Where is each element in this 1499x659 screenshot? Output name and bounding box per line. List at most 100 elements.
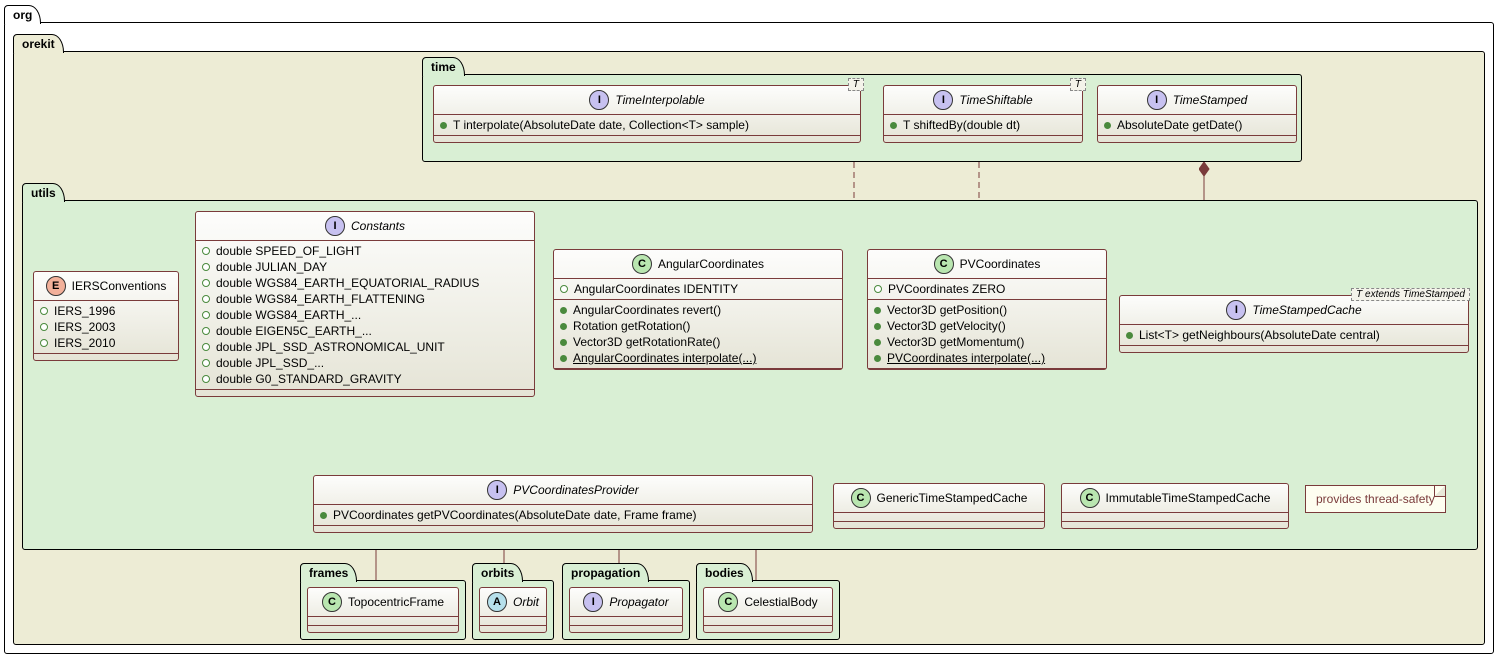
- stereotype-abstract-icon: A: [487, 592, 507, 612]
- visibility-public-icon: [1104, 122, 1111, 129]
- class-name: Orbit: [513, 595, 539, 609]
- method: Rotation getRotation(): [573, 319, 690, 333]
- method: AngularCoordinates revert(): [573, 303, 721, 317]
- generic-param: T extends TimeStamped: [1351, 288, 1470, 301]
- class-name: Propagator: [609, 595, 668, 609]
- field: double SPEED_OF_LIGHT: [216, 244, 361, 258]
- field: double EIGEN5C_EARTH_...: [216, 324, 372, 338]
- visibility-public-icon: [874, 339, 881, 346]
- field-icon: [202, 311, 210, 319]
- field: double G0_STANDARD_GRAVITY: [216, 372, 402, 386]
- class-pvcoordinates: C PVCoordinates PVCoordinates ZERO Vector…: [867, 249, 1107, 370]
- class-name: AngularCoordinates: [658, 257, 764, 271]
- class-name: PVCoordinates: [960, 257, 1041, 271]
- field-icon: [202, 263, 210, 271]
- stereotype-interface-icon: I: [487, 480, 507, 500]
- enum-constant-icon: [40, 323, 48, 331]
- note-thread-safety: provides thread-safety: [1305, 485, 1446, 513]
- visibility-public-icon: [320, 512, 327, 519]
- field: PVCoordinates ZERO: [888, 282, 1005, 296]
- package-tab-propagation: propagation: [562, 563, 649, 582]
- field: double WGS84_EARTH_...: [216, 308, 361, 322]
- method: T interpolate(AbsoluteDate date, Collect…: [453, 118, 749, 132]
- field-icon: [202, 375, 210, 383]
- enum-value: IERS_1996: [54, 304, 115, 318]
- class-timeinterpolable: T ITimeInterpolable T interpolate(Absolu…: [433, 85, 861, 143]
- class-angularcoordinates: CAngularCoordinates AngularCoordinates I…: [553, 249, 843, 370]
- class-propagator: I Propagator: [569, 587, 683, 633]
- visibility-public-icon: [1126, 332, 1133, 339]
- stereotype-interface-icon: I: [583, 592, 603, 612]
- class-name: TimeInterpolable: [615, 93, 704, 107]
- visibility-public-icon: [874, 323, 881, 330]
- class-timestamped: ITimeStamped AbsoluteDate getDate(): [1097, 85, 1297, 143]
- class-name: IERSConventions: [72, 279, 167, 293]
- method: PVCoordinates getPVCoordinates(AbsoluteD…: [333, 508, 697, 522]
- static-method: PVCoordinates interpolate(...): [887, 351, 1045, 365]
- class-pvcoordinatesprovider: I PVCoordinatesProvider PVCoordinates get…: [313, 475, 813, 533]
- method: Vector3D getRotationRate(): [573, 335, 720, 349]
- class-topocentricframe: C TopocentricFrame: [307, 587, 459, 633]
- stereotype-enum-icon: E: [46, 276, 66, 296]
- method: List<T> getNeighbours(AbsoluteDate centr…: [1139, 328, 1380, 342]
- visibility-public-icon: [560, 339, 567, 346]
- field-icon: [202, 295, 210, 303]
- stereotype-interface-icon: I: [1147, 90, 1167, 110]
- package-bodies: bodies CCelestialBody: [696, 580, 840, 640]
- visibility-public-icon: [560, 307, 567, 314]
- field-icon: [202, 359, 210, 367]
- class-name: TimeStamped: [1173, 93, 1248, 107]
- field: double JPL_SSD_...: [216, 356, 324, 370]
- class-name: GenericTimeStampedCache: [877, 491, 1028, 505]
- field: double JULIAN_DAY: [216, 260, 327, 274]
- stereotype-interface-icon: I: [589, 90, 609, 110]
- visibility-public-icon: [874, 307, 881, 314]
- field-icon: [202, 247, 210, 255]
- class-iersconventions: E IERSConventions IERS_1996 IERS_2003 IER…: [33, 271, 179, 361]
- stereotype-interface-icon: I: [933, 90, 953, 110]
- method: Vector3D getMomentum(): [887, 335, 1024, 349]
- enum-constant-icon: [40, 307, 48, 315]
- field-icon: [202, 327, 210, 335]
- method: Vector3D getPosition(): [887, 303, 1007, 317]
- method: Vector3D getVelocity(): [887, 319, 1006, 333]
- package-tab-utils: utils: [22, 183, 65, 202]
- field: double JPL_SSD_ASTRONOMICAL_UNIT: [216, 340, 445, 354]
- visibility-public-icon: [560, 355, 567, 362]
- stereotype-class-icon: C: [934, 254, 954, 274]
- visibility-public-icon: [890, 122, 897, 129]
- enum-value: IERS_2003: [54, 320, 115, 334]
- package-tab-time: time: [422, 57, 465, 76]
- field-icon: [202, 279, 210, 287]
- package-orekit: orekit: [13, 51, 1485, 645]
- package-time: time T ITimeInterpolable T interpolate(A…: [422, 74, 1302, 162]
- package-frames: frames CTopocentricFrame: [300, 580, 466, 640]
- stereotype-interface-icon: I: [325, 216, 345, 236]
- field: double WGS84_EARTH_EQUATORIAL_RADIUS: [216, 276, 479, 290]
- package-propagation: propagation IPropagator: [562, 580, 690, 640]
- class-name: TopocentricFrame: [348, 595, 444, 609]
- stereotype-class-icon: C: [322, 592, 342, 612]
- generic-param: T: [848, 78, 864, 91]
- class-name: PVCoordinatesProvider: [513, 483, 638, 497]
- package-tab-bodies: bodies: [696, 563, 753, 582]
- generic-param: T: [1070, 78, 1086, 91]
- visibility-public-icon: [440, 122, 447, 129]
- class-constants: IConstants double SPEED_OF_LIGHT double …: [195, 211, 535, 397]
- class-orbit: A Orbit: [479, 587, 547, 633]
- stereotype-interface-icon: I: [1226, 300, 1246, 320]
- class-name: TimeStampedCache: [1252, 303, 1361, 317]
- stereotype-class-icon: C: [718, 592, 738, 612]
- stereotype-class-icon: C: [632, 254, 652, 274]
- enum-value: IERS_2010: [54, 336, 115, 350]
- package-utils: utils EIERSConventions IERS_1996 IERS_20…: [22, 200, 1478, 550]
- package-tab-orekit: orekit: [13, 34, 64, 53]
- class-name: ImmutableTimeStampedCache: [1106, 491, 1271, 505]
- class-generictimestampedcache: CGenericTimeStampedCache: [833, 483, 1045, 529]
- package-tab-org: org: [4, 5, 41, 24]
- class-timestampedcache: T extends TimeStamped ITimeStampedCache …: [1119, 295, 1469, 353]
- package-org: org orekit: [4, 22, 1494, 654]
- enum-constant-icon: [40, 339, 48, 347]
- static-method: AngularCoordinates interpolate(...): [573, 351, 756, 365]
- package-tab-frames: frames: [300, 563, 357, 582]
